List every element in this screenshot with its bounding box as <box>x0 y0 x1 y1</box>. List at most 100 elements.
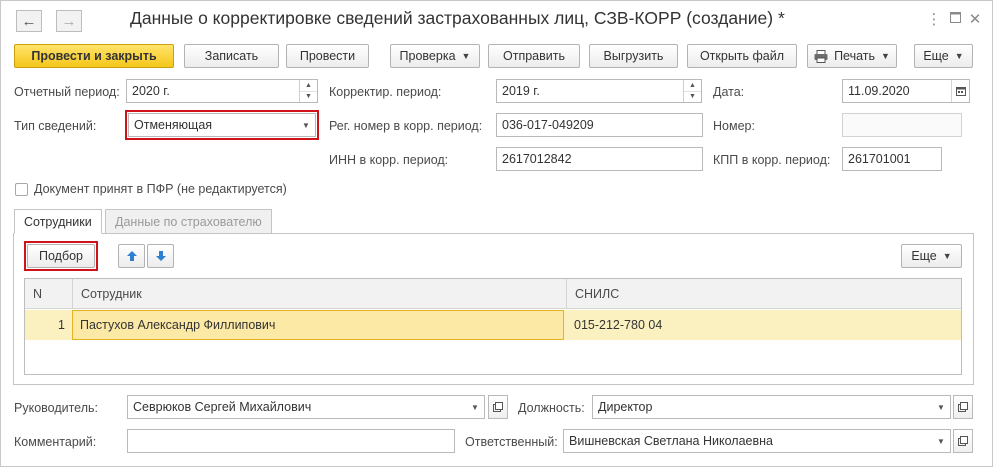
calendar-icon[interactable] <box>951 80 969 102</box>
tab-employees-label: Сотрудники <box>24 214 92 229</box>
more-actions-button[interactable]: Еще ▼ <box>914 44 973 68</box>
back-button[interactable]: ← <box>16 10 42 32</box>
open-link-icon <box>958 436 968 446</box>
open-link-button[interactable] <box>953 395 973 419</box>
reg-number-field[interactable]: 036-017-049209 <box>496 113 703 137</box>
move-up-button[interactable] <box>118 244 145 268</box>
highlight-frame <box>24 241 98 271</box>
table-more-button[interactable]: Еще ▼ <box>901 244 962 268</box>
corr-period-field[interactable]: 2019 г. ▲ ▼ <box>496 79 702 103</box>
snils-cell[interactable]: 015-212-780 04 <box>574 310 662 340</box>
export-label: Выгрузить <box>603 49 664 63</box>
print-label: Печать <box>834 49 876 63</box>
chevron-down-icon[interactable]: ▼ <box>932 396 950 418</box>
inn-value: 2617012842 <box>502 152 572 166</box>
save-label: Записать <box>204 49 259 63</box>
date-field[interactable]: 11.09.2020 <box>842 79 970 103</box>
column-header-snils[interactable]: СНИЛС <box>566 279 961 309</box>
check-dropdown-button[interactable]: Проверка ▼ <box>390 44 480 68</box>
spin-up-icon[interactable]: ▲ <box>684 80 701 91</box>
inn-field[interactable]: 2617012842 <box>496 147 703 171</box>
open-file-label: Открыть файл <box>699 49 785 63</box>
responsible-value: Вишневская Светлана Николаевна <box>569 434 773 448</box>
kpp-value: 261701001 <box>848 152 911 166</box>
report-period-field[interactable]: 2020 г. ▲ ▼ <box>126 79 318 103</box>
caret-down-icon: ▼ <box>942 251 952 261</box>
post-and-close-label: Провести и закрыть <box>31 49 157 63</box>
employees-table[interactable]: N Сотрудник СНИЛС 1 Пастухов Александр Ф… <box>24 278 962 375</box>
caret-down-icon: ▼ <box>461 51 471 61</box>
open-link-icon <box>493 402 503 412</box>
comment-label: Комментарий: <box>14 435 97 449</box>
reg-number-label: Рег. номер в корр. период: <box>329 119 483 133</box>
kpp-field[interactable]: 261701001 <box>842 147 942 171</box>
kpp-label: КПП в корр. период: <box>713 153 831 167</box>
reg-number-value: 036-017-049209 <box>502 118 594 132</box>
tab-insurer-data-label: Данные по страхователю <box>115 214 262 229</box>
position-select[interactable]: Директор ▼ <box>592 395 951 419</box>
comment-field[interactable] <box>127 429 455 453</box>
column-header-snils-label: СНИЛС <box>575 286 620 301</box>
row-number: 1 <box>58 318 65 332</box>
post-button[interactable]: Провести <box>286 44 369 68</box>
inn-label: ИНН в корр. период: <box>329 153 449 167</box>
open-file-button[interactable]: Открыть файл <box>687 44 797 68</box>
highlight-frame <box>125 110 319 140</box>
caret-down-icon: ▼ <box>881 51 890 61</box>
check-label: Проверка <box>399 49 456 63</box>
send-button[interactable]: Отправить <box>488 44 580 68</box>
table-more-label: Еще <box>911 249 937 263</box>
export-button[interactable]: Выгрузить <box>589 44 678 68</box>
window-title: Данные о корректировке сведений застрахо… <box>130 8 785 28</box>
spin-down-icon[interactable]: ▼ <box>300 90 317 103</box>
corr-period-spinner[interactable]: ▲ ▼ <box>683 80 701 102</box>
maximize-icon[interactable] <box>946 10 964 27</box>
table-row[interactable]: 1 Пастухов Александр Филлипович 015-212-… <box>25 310 961 340</box>
column-header-employee[interactable]: Сотрудник <box>72 279 566 309</box>
report-period-value: 2020 г. <box>132 84 170 98</box>
accepted-checkbox[interactable] <box>15 183 28 196</box>
corr-period-value: 2019 г. <box>502 84 540 98</box>
head-value: Севрюков Сергей Михайлович <box>133 400 312 414</box>
more-vertical-icon[interactable]: ⋮ <box>925 10 943 28</box>
chevron-down-icon[interactable]: ▼ <box>466 396 484 418</box>
arrow-left-icon: ← <box>21 12 37 30</box>
employee-cell[interactable]: Пастухов Александр Филлипович <box>72 310 564 340</box>
save-button[interactable]: Записать <box>184 44 279 68</box>
spin-down-icon[interactable]: ▼ <box>684 90 701 103</box>
caret-down-icon: ▼ <box>954 51 964 61</box>
close-icon[interactable]: ✕ <box>966 10 984 28</box>
position-value: Директор <box>598 400 653 414</box>
snils-value: 015-212-780 04 <box>574 318 663 332</box>
column-header-n-label: N <box>33 286 43 301</box>
accepted-label: Документ принят в ПФР (не редактируется) <box>34 182 287 196</box>
tab-insurer-data[interactable]: Данные по страхователю <box>105 209 272 234</box>
spin-up-icon[interactable]: ▲ <box>300 80 317 91</box>
date-value: 11.09.2020 <box>848 84 910 98</box>
date-label: Дата: <box>713 85 745 99</box>
forward-button[interactable]: → <box>56 10 82 32</box>
corr-period-label: Корректир. период: <box>329 85 442 99</box>
post-and-close-button[interactable]: Провести и закрыть <box>14 44 174 68</box>
number-label: Номер: <box>713 119 755 133</box>
tab-employees[interactable]: Сотрудники <box>14 209 102 234</box>
chevron-down-icon[interactable]: ▼ <box>932 430 950 452</box>
open-link-icon <box>958 402 968 412</box>
send-label: Отправить <box>503 49 565 63</box>
open-link-button[interactable] <box>953 429 973 453</box>
printer-icon <box>814 49 828 63</box>
column-header-employee-label: Сотрудник <box>81 286 142 301</box>
arrow-up-icon <box>126 251 137 261</box>
responsible-select[interactable]: Вишневская Светлана Николаевна ▼ <box>563 429 951 453</box>
move-down-button[interactable] <box>147 244 174 268</box>
head-label: Руководитель: <box>14 401 99 415</box>
head-select[interactable]: Севрюков Сергей Михайлович ▼ <box>127 395 485 419</box>
report-period-spinner[interactable]: ▲ ▼ <box>299 80 317 102</box>
open-link-button[interactable] <box>488 395 508 419</box>
column-header-n[interactable]: N <box>25 279 72 309</box>
arrow-right-icon: → <box>61 12 77 30</box>
print-dropdown-button[interactable]: Печать ▼ <box>807 44 897 68</box>
report-period-label: Отчетный период: <box>14 85 120 99</box>
number-field[interactable] <box>842 113 962 137</box>
more-label: Еще <box>923 49 949 63</box>
